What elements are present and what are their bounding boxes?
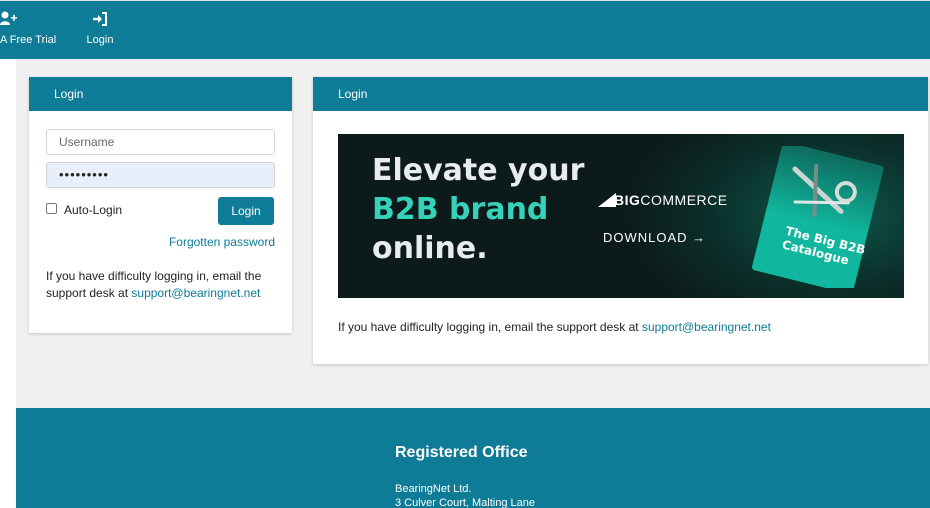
logo-big-text: BIG: [614, 192, 641, 208]
footer: Registered Office BearingNet Ltd. 3 Culv…: [16, 408, 930, 508]
forgotten-password-link[interactable]: Forgotten password: [169, 235, 275, 249]
login-button[interactable]: Login: [218, 197, 274, 225]
footer-company: BearingNet Ltd.: [395, 483, 472, 495]
page: A Free Trial Login Login ••••••••• Auto-…: [0, 0, 930, 508]
bigcommerce-banner[interactable]: Elevate your B2B brand online. BIGCOMMER…: [338, 134, 904, 298]
help-text: If you have difficulty logging in, email…: [338, 320, 639, 334]
login-panel: Login ••••••••• Auto-Login Login Forgott…: [29, 77, 292, 333]
logo-commerce-text: COMMERCE: [640, 192, 728, 208]
add-user-icon: [0, 11, 74, 29]
support-email-link[interactable]: support@bearingnet.net: [642, 320, 771, 334]
main-help-text: If you have difficulty logging in, email…: [338, 320, 771, 334]
top-navigation: A Free Trial Login: [0, 0, 930, 59]
free-trial-label: A Free Trial: [0, 34, 57, 46]
catalogue-book-image: The Big B2B Catalogue: [751, 146, 884, 288]
main-panel: Login Elevate your B2B brand online. BIG…: [313, 77, 928, 364]
footer-title: Registered Office: [395, 444, 528, 461]
checkbox-icon[interactable]: [46, 202, 57, 214]
auto-login-checkbox[interactable]: Auto-Login: [46, 202, 123, 217]
banner-headline-1: Elevate your: [372, 153, 585, 188]
login-panel-title: Login: [29, 77, 292, 111]
login-help-text: If you have difficulty logging in, email…: [46, 268, 278, 302]
login-nav-link[interactable]: Login: [82, 11, 118, 46]
banner-headline-2: B2B brand: [372, 192, 549, 227]
bigcommerce-logo: BIGCOMMERCE: [598, 192, 728, 208]
banner-headline-3: online.: [372, 231, 488, 266]
login-nav-label: Login: [86, 34, 114, 46]
password-input[interactable]: •••••••••: [46, 162, 275, 188]
support-email-link[interactable]: support@bearingnet.net: [131, 286, 260, 300]
sign-in-icon: [82, 11, 118, 29]
footer-address: 3 Culver Court, Malting Lane: [395, 497, 536, 508]
download-link[interactable]: DOWNLOAD →: [603, 230, 706, 245]
left-edge: [0, 0, 16, 508]
auto-login-label: Auto-Login: [64, 203, 123, 217]
username-input[interactable]: [46, 129, 275, 155]
free-trial-link[interactable]: A Free Trial: [0, 11, 74, 46]
main-panel-title: Login: [313, 77, 928, 111]
